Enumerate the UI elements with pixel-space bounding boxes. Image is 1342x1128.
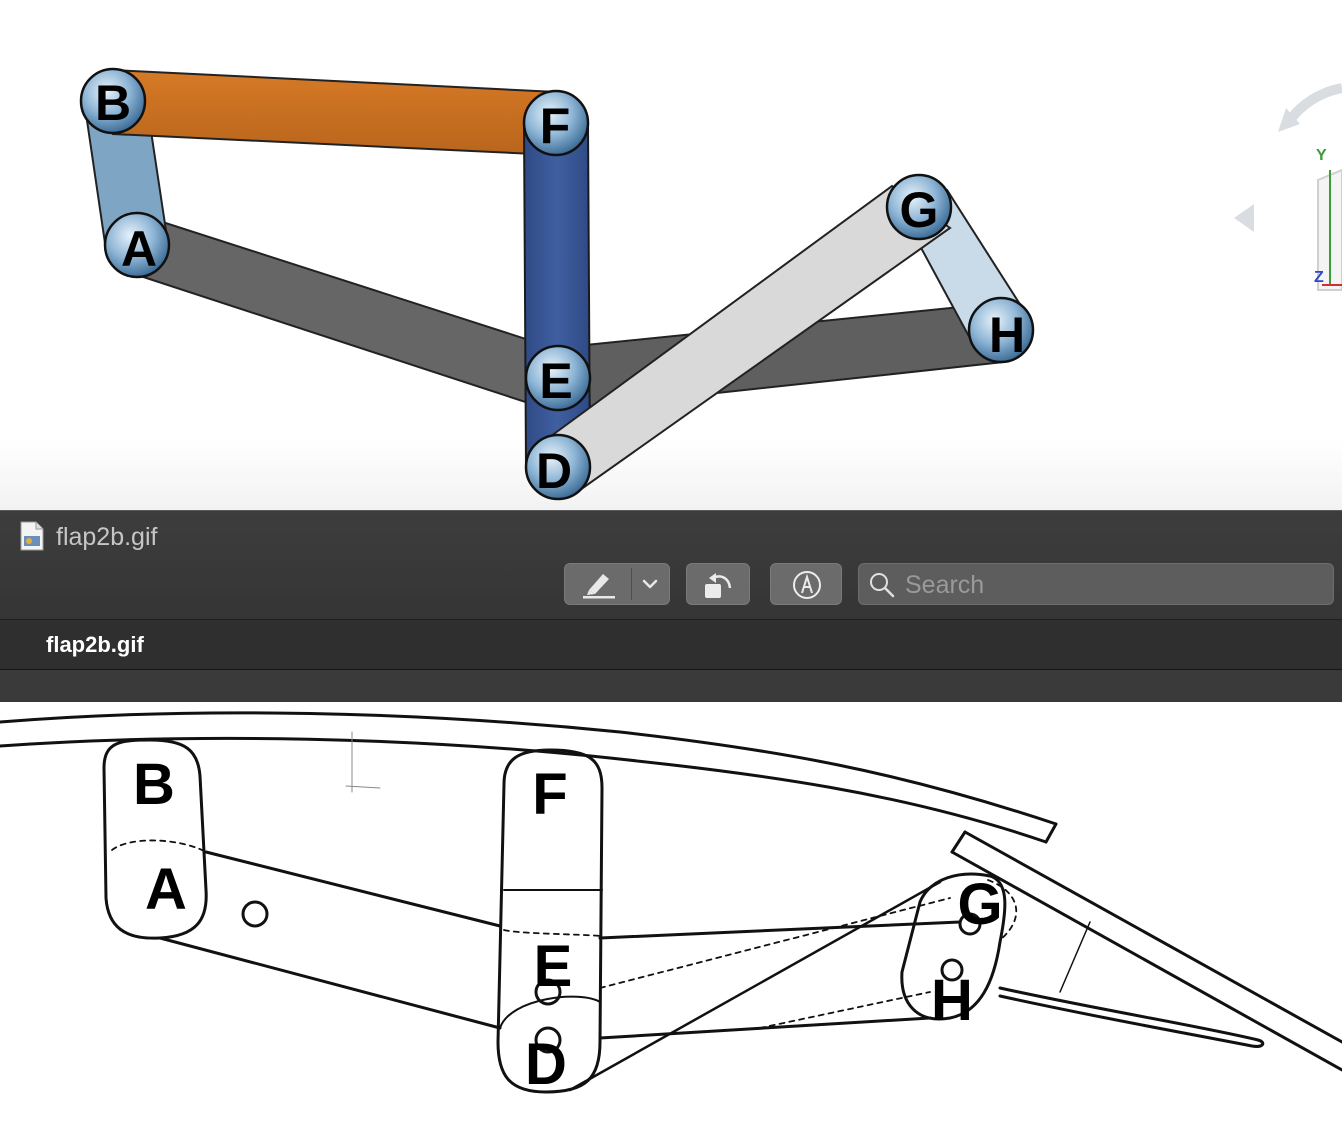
axis-y-label: Y <box>1316 147 1327 164</box>
axis-z-label: Z <box>1314 269 1324 286</box>
sketch-label-g: G <box>957 872 1002 937</box>
markup-button[interactable] <box>564 563 670 605</box>
gif-image-view: B A F E D G H <box>0 702 1342 1128</box>
linkage-model: B A F E D G H Y Z <box>79 67 1342 501</box>
svg-text:G: G <box>900 182 939 238</box>
svg-text:H: H <box>989 307 1025 363</box>
sketch-label-h: H <box>931 968 973 1033</box>
window-title: flap2b.gif <box>56 523 158 551</box>
svg-text:B: B <box>95 75 131 131</box>
pen-circle-icon[interactable] <box>791 569 823 606</box>
preview-window: flap2b.gif Search flap2b.gif <box>0 510 1342 702</box>
search-field[interactable] <box>858 563 1334 605</box>
title-bar[interactable]: flap2b.gif <box>0 510 1342 620</box>
sketch-label-f: F <box>532 762 567 827</box>
view-left-arrow-icon[interactable] <box>1234 204 1254 232</box>
markup-divider <box>631 568 632 600</box>
flap-lower <box>950 850 1342 1072</box>
rotate-view-arrow-icon[interactable] <box>1286 83 1342 124</box>
link-b-f <box>112 68 557 157</box>
joint-a[interactable]: A <box>103 211 171 279</box>
flap-sketch: B A F E D G H <box>0 711 1342 1097</box>
tab-bar: flap2b.gif <box>0 620 1342 670</box>
joint-b[interactable]: B <box>79 67 147 135</box>
rotate-button[interactable] <box>686 563 750 605</box>
sketch-label-a: A <box>145 857 187 922</box>
annotate-button[interactable] <box>770 563 842 605</box>
cad-viewport[interactable]: B A F E D G H Y Z <box>0 0 1342 510</box>
search-input[interactable] <box>903 566 1327 604</box>
joint-g[interactable]: G <box>885 173 953 241</box>
joint-e[interactable]: E <box>524 344 592 412</box>
tab-flap2b-gif[interactable]: flap2b.gif <box>46 630 144 660</box>
view-cube[interactable]: Y Z <box>1234 83 1342 291</box>
sketch-label-b: B <box>133 752 175 817</box>
search-icon <box>869 572 895 603</box>
sketch-label-e: E <box>534 934 573 999</box>
sketch-label-d: D <box>525 1032 567 1097</box>
svg-text:A: A <box>121 221 157 277</box>
joint-f[interactable]: F <box>522 89 590 157</box>
flap-upper <box>963 830 1342 1044</box>
chevron-down-icon[interactable] <box>641 576 659 597</box>
content-top-bar <box>0 670 1342 702</box>
gif-document-icon <box>20 521 44 556</box>
highlighter-icon[interactable] <box>581 570 617 605</box>
svg-text:F: F <box>540 98 571 154</box>
joint-h[interactable]: H <box>967 296 1035 364</box>
rotate-left-icon[interactable] <box>703 570 735 605</box>
joint-d[interactable]: D <box>524 433 592 501</box>
link-a-e <box>126 216 562 412</box>
svg-text:D: D <box>536 443 572 499</box>
svg-text:E: E <box>539 353 572 409</box>
